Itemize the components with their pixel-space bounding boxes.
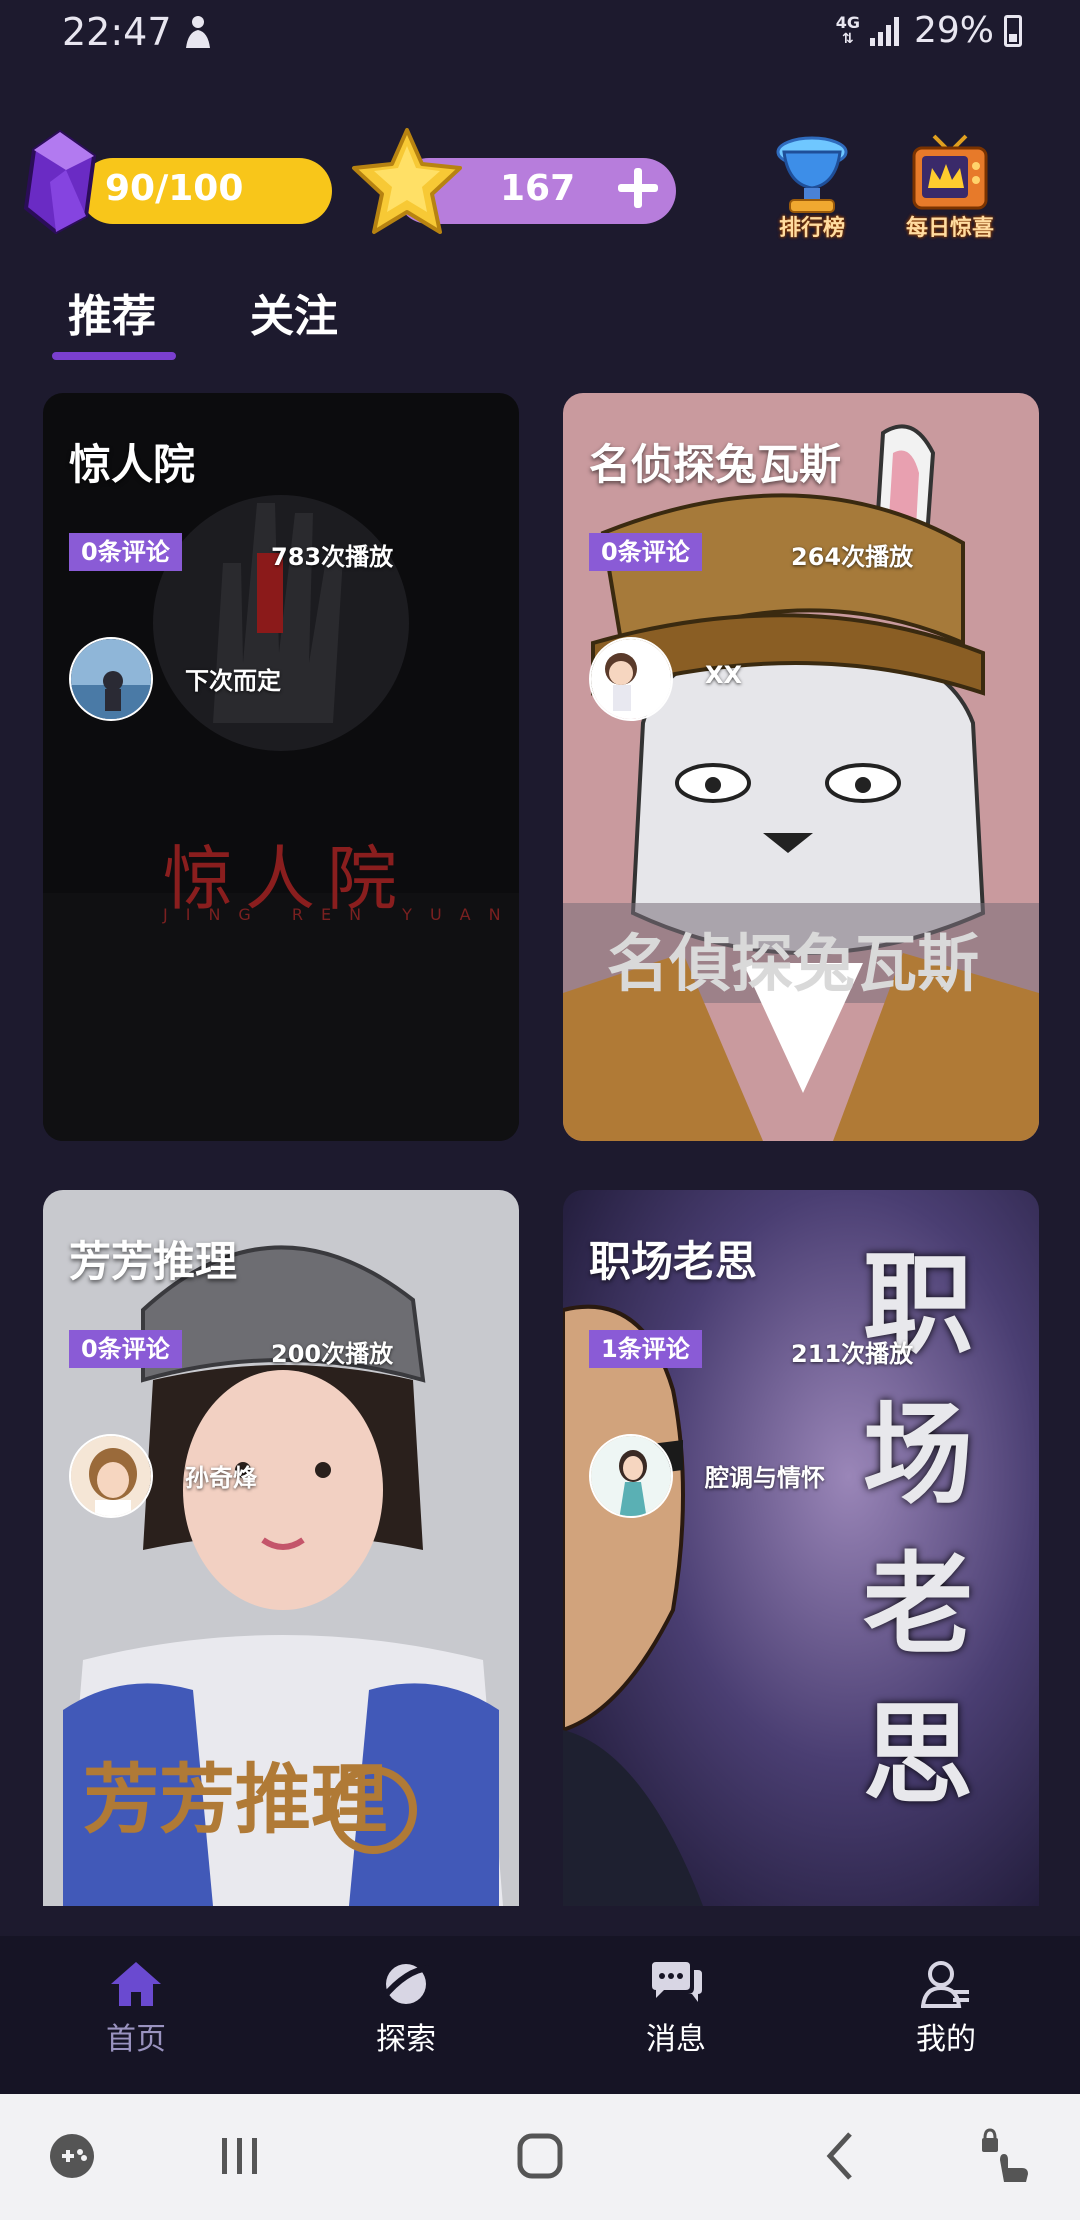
nav-home-label: 首页 bbox=[106, 2022, 166, 2057]
author-avatar[interactable] bbox=[69, 1434, 153, 1518]
active-tab-indicator bbox=[52, 352, 176, 360]
daily-surprise-button[interactable]: 每日惊喜 bbox=[890, 132, 1010, 242]
comment-badge: 0条评论 bbox=[69, 1330, 182, 1368]
nav-profile[interactable]: 我的 bbox=[856, 1950, 1036, 2080]
play-count: 211次播放 bbox=[791, 1340, 914, 1368]
author-name: 腔调与情怀 bbox=[705, 1464, 825, 1492]
story-card[interactable]: 惊人院 JING REN YUAN 惊人院 0条评论 783次播放 下次而定 bbox=[43, 393, 519, 1141]
author-avatar[interactable] bbox=[69, 637, 153, 721]
crystal-icon bbox=[23, 130, 97, 234]
play-count: 783次播放 bbox=[271, 543, 394, 571]
poster-title: 名偵探兔瓦斯 bbox=[607, 927, 980, 1000]
system-navigation-bar bbox=[0, 2094, 1080, 2220]
poster-horror-image bbox=[43, 393, 519, 1141]
planet-icon bbox=[381, 1964, 430, 2004]
card-title: 芳芳推理 bbox=[69, 1237, 238, 1286]
author-name: XX bbox=[705, 661, 743, 689]
poster-rabbit-detective-image bbox=[563, 393, 1039, 1141]
tv-crown-icon bbox=[912, 134, 988, 210]
chat-icon bbox=[652, 1962, 702, 2002]
battery-icon bbox=[1004, 14, 1022, 47]
home-button-icon[interactable] bbox=[508, 2124, 572, 2188]
author-name: 下次而定 bbox=[185, 667, 281, 695]
status-bar: 22:47 4G ⇅ 29% bbox=[0, 0, 1080, 70]
nav-explore[interactable]: 探索 bbox=[316, 1950, 496, 2080]
daily-surprise-label: 每日惊喜 bbox=[905, 216, 994, 241]
trophy-icon bbox=[776, 136, 848, 213]
card-title: 名侦探兔瓦斯 bbox=[589, 440, 842, 489]
comment-badge: 0条评论 bbox=[69, 533, 182, 571]
avatar-image bbox=[71, 639, 151, 719]
tab-recommend[interactable]: 推荐 bbox=[68, 280, 156, 344]
story-card[interactable]: 芳芳推理 芳芳推理 0条评论 200次播放 孙奇烽 bbox=[43, 1190, 519, 1906]
back-icon[interactable] bbox=[810, 2124, 874, 2188]
add-coins-icon[interactable] bbox=[612, 162, 664, 214]
author-avatar[interactable] bbox=[589, 637, 673, 721]
nav-profile-label: 我的 bbox=[916, 2022, 976, 2057]
nav-messages[interactable]: 消息 bbox=[586, 1950, 766, 2080]
touch-lock-icon[interactable] bbox=[976, 2124, 1040, 2188]
status-time: 22:47 bbox=[62, 10, 172, 54]
battery-percent: 29% bbox=[913, 10, 994, 51]
story-card[interactable]: 名偵探兔瓦斯 名侦探兔瓦斯 0条评论 264次播放 XX bbox=[563, 393, 1039, 1141]
comment-badge: 0条评论 bbox=[589, 533, 702, 571]
author-avatar[interactable] bbox=[589, 1434, 673, 1518]
recent-apps-icon[interactable] bbox=[208, 2124, 272, 2188]
ranking-button[interactable]: 排行榜 bbox=[764, 132, 860, 242]
data-arrows-icon: ⇅ bbox=[841, 30, 854, 47]
network-label: 4G bbox=[835, 12, 860, 32]
play-count: 200次播放 bbox=[271, 1340, 394, 1368]
signal-icon bbox=[869, 16, 899, 46]
story-card[interactable]: 职场老思 职场老思 1条评论 211次播放 腔调与情怀 bbox=[563, 1190, 1039, 1906]
ranking-label: 排行榜 bbox=[778, 216, 845, 241]
profile-icon bbox=[921, 1961, 969, 2008]
nav-explore-label: 探索 bbox=[376, 2022, 436, 2057]
play-count: 264次播放 bbox=[791, 543, 914, 571]
tab-follow[interactable]: 关注 bbox=[250, 280, 338, 344]
nav-messages-label: 消息 bbox=[646, 2022, 706, 2057]
energy-value: 90/100 bbox=[105, 168, 244, 209]
status-right: 4G ⇅ 29% bbox=[836, 10, 1022, 51]
game-launcher-icon[interactable] bbox=[40, 2124, 104, 2188]
avatar-image bbox=[591, 639, 671, 719]
poster-title: 芳芳推理 bbox=[83, 1755, 387, 1844]
coin-value: 167 bbox=[500, 168, 576, 209]
poster-subtitle: JING REN YUAN bbox=[163, 905, 519, 924]
author-name: 孙奇烽 bbox=[185, 1464, 257, 1492]
bottom-navigation: 首页 探索 消息 我的 bbox=[0, 1936, 1080, 2094]
avatar-image bbox=[591, 1436, 671, 1516]
card-title: 惊人院 bbox=[69, 440, 196, 489]
home-icon bbox=[111, 1962, 161, 2006]
star-icon bbox=[352, 128, 462, 234]
card-title: 职场老思 bbox=[589, 1237, 758, 1286]
network-indicator: 4G ⇅ bbox=[835, 12, 860, 47]
notification-person-icon bbox=[186, 16, 210, 48]
nav-home[interactable]: 首页 bbox=[46, 1950, 226, 2080]
poster-title: 职场老思 bbox=[863, 1241, 973, 1819]
avatar-image bbox=[71, 1436, 151, 1516]
comment-badge: 1条评论 bbox=[589, 1330, 702, 1368]
